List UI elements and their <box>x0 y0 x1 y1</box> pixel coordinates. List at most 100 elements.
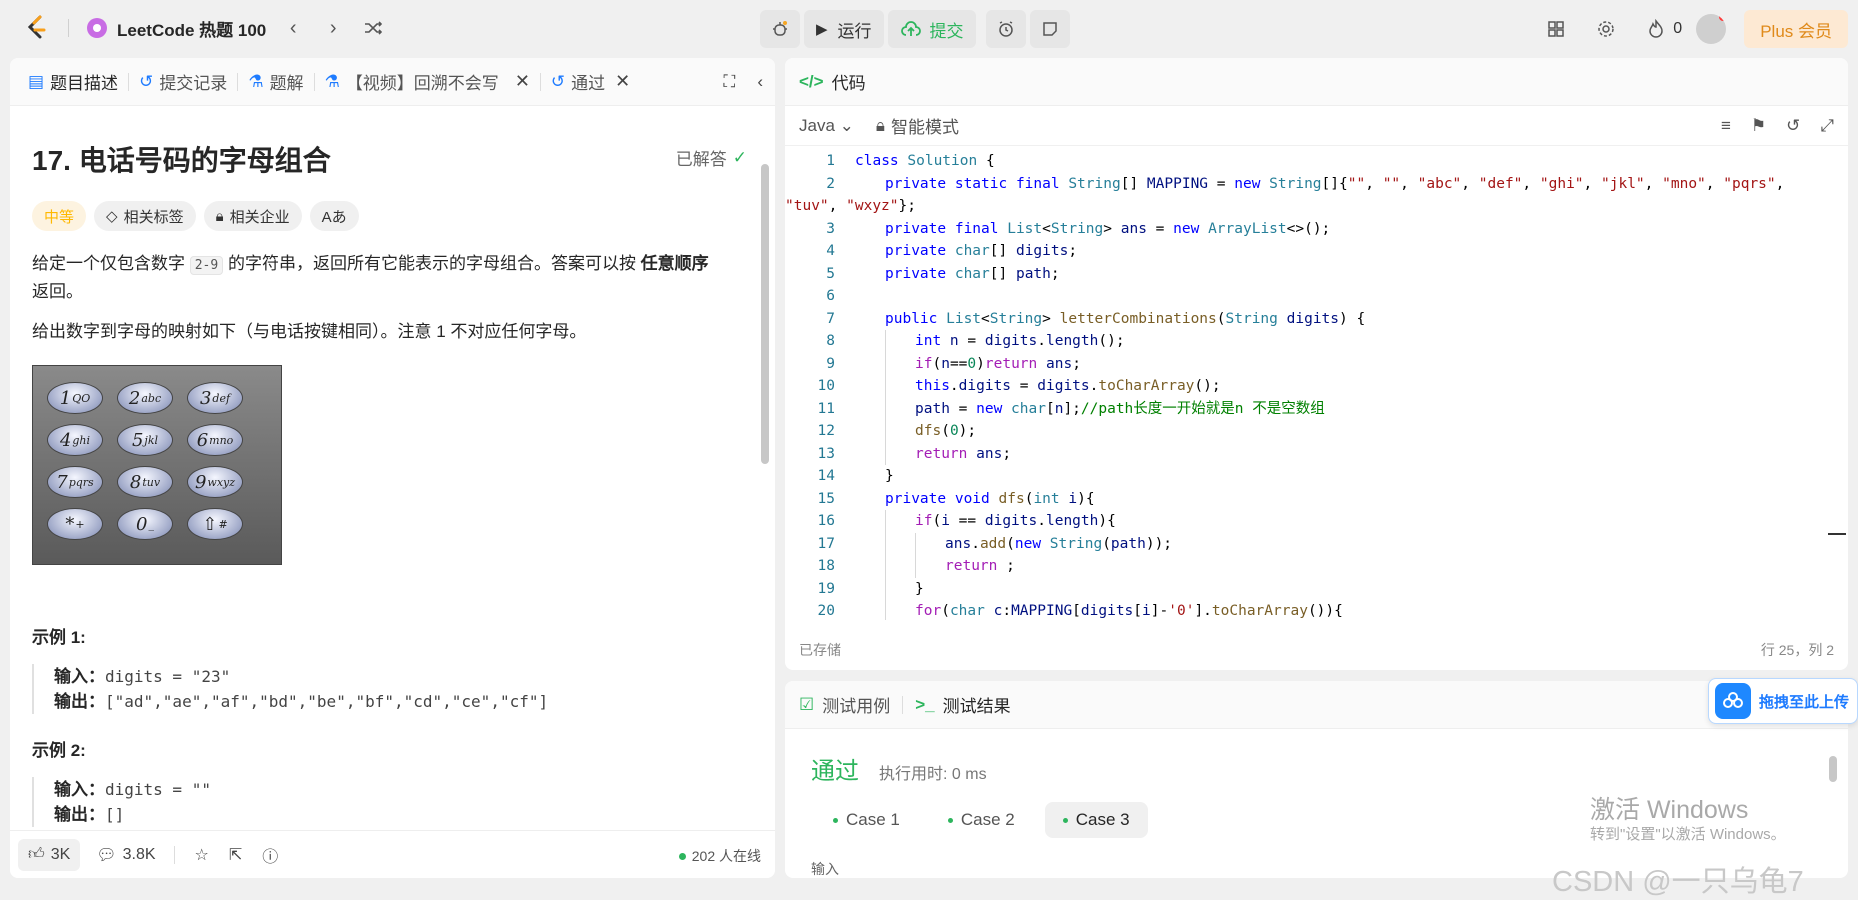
code-editor[interactable]: 1 class Solution {2 private static final S… <box>785 150 1848 620</box>
tab-solutions[interactable]: ⚗ 题解 <box>248 69 303 94</box>
drag-upload-widget[interactable]: 拖拽至此上传 <box>1708 678 1858 724</box>
code-line[interactable]: 12 dfs(0); <box>785 420 1848 443</box>
code-toolbar: Java ⌄ 🔒︎ 智能模式 ≡ ⚑ ↺ ⤢ <box>785 106 1848 146</box>
key-digit: ⇧ <box>202 513 218 535</box>
code-text: int n = digits.length(); <box>915 333 1125 349</box>
tab-label: 提交记录 <box>159 74 228 93</box>
code-line[interactable]: 1 class Solution { <box>785 150 1848 173</box>
debug-button[interactable] <box>760 10 800 48</box>
key-letters: wxyz <box>207 475 236 489</box>
case-tab[interactable]: Case 3 <box>1044 802 1148 838</box>
like-button[interactable]: 👍︎ 3K <box>18 838 81 871</box>
code-line[interactable]: 17 ans.add(new String(path)); <box>785 532 1848 555</box>
tab-description[interactable]: ▤ 题目描述 <box>28 69 118 94</box>
close-icon[interactable]: ✕ <box>615 71 630 92</box>
expand-icon[interactable]: ⤢ <box>1820 116 1834 136</box>
problem-list-title[interactable]: LeetCode 热题 100 <box>117 16 266 41</box>
close-icon[interactable]: ✕ <box>515 71 530 92</box>
timer-button[interactable] <box>985 10 1026 48</box>
code-line[interactable]: 6 <box>785 285 1848 308</box>
tab-test-result[interactable]: >_ 测试结果 <box>915 692 1010 717</box>
code-line[interactable]: 18 return ; <box>785 555 1848 578</box>
code-line[interactable]: 9 if(n==0)return ans; <box>785 352 1848 375</box>
help-button[interactable]: ⓘ <box>252 839 288 871</box>
format-icon[interactable]: ≡ <box>1721 116 1731 136</box>
code-line[interactable]: 8 int n = digits.length(); <box>785 330 1848 353</box>
line-number: 19 <box>817 580 835 597</box>
prev-problem-icon[interactable]: ‹ <box>280 15 306 41</box>
result-scrollbar[interactable] <box>1828 736 1838 866</box>
code-line[interactable]: 15 private void dfs(int i){ <box>785 488 1848 511</box>
submit-button[interactable]: 提交 <box>887 10 976 48</box>
tab-testcases[interactable]: ☑ 测试用例 <box>799 692 890 717</box>
alarm-icon <box>998 21 1013 37</box>
example-block: 输入：digits = "23" 输出：["ad","ae","af","bd"… <box>32 664 747 714</box>
code-line[interactable]: 4 private char[] digits; <box>785 240 1848 263</box>
line-number: 7 <box>826 310 835 327</box>
comment-icon: 💬︎ <box>96 846 117 864</box>
code-line[interactable]: 3 private final List<String> ans = new Ar… <box>785 218 1848 241</box>
debug-icon <box>773 21 787 36</box>
code-text: private void dfs(int i){ <box>885 490 1095 507</box>
code-line[interactable]: 10 this.digits = digits.toCharArray(); <box>785 375 1848 398</box>
code-text: path = new char[n];//path长度一开始就是n 不是空数组 <box>915 400 1325 417</box>
tab-submissions[interactable]: ↺ 提交记录 <box>139 69 227 94</box>
input-label: 输入： <box>54 667 105 686</box>
case-label: Case 3 <box>1075 810 1130 829</box>
fullscreen-icon[interactable]: ⛶ <box>723 72 735 92</box>
run-button[interactable]: ▶ 运行 <box>804 10 884 48</box>
code-line[interactable]: 13 return ans; <box>785 442 1848 465</box>
check-circle-icon: ✓ <box>732 147 747 167</box>
code-line[interactable]: 19} <box>785 577 1848 600</box>
collapse-left-icon[interactable]: ‹ <box>757 72 763 92</box>
desc-text: 给定一个仅包含数字 <box>32 254 190 273</box>
code-line[interactable]: 20 for(char c:MAPPING[digits[i]-'0'].toCh… <box>785 600 1848 620</box>
save-status: 已存储 <box>799 642 841 658</box>
description-scrollbar[interactable] <box>759 118 769 818</box>
gear-icon[interactable] <box>1593 16 1619 42</box>
thumbs-up-icon: 👍︎ <box>28 846 45 863</box>
code-line[interactable]: "tuv", "wxyz"}; <box>785 195 1848 218</box>
code-line[interactable]: 16 if(i == digits.length){ <box>785 510 1848 533</box>
code-line[interactable]: 14} <box>785 465 1848 488</box>
smart-mode[interactable]: 🔒︎ 智能模式 <box>876 113 959 138</box>
translate-button[interactable]: Aあ <box>309 201 359 231</box>
leetcode-logo-icon[interactable] <box>24 15 50 41</box>
code-header: </> 代码 <box>785 58 1848 106</box>
language-select[interactable]: Java ⌄ <box>799 116 854 136</box>
code-line[interactable]: 2 private static final String[] MAPPING =… <box>785 173 1848 196</box>
case-label: Case 1 <box>846 810 900 829</box>
shuffle-icon[interactable] <box>360 15 386 41</box>
case-tab[interactable]: Case 2 <box>930 802 1033 838</box>
streak-flame-icon[interactable] <box>1643 16 1669 42</box>
key-digit: 4 <box>59 429 72 451</box>
layout-icon[interactable] <box>1543 16 1569 42</box>
avatar[interactable] <box>1696 14 1727 44</box>
help-icon: ⓘ <box>262 848 279 866</box>
share-button[interactable]: ⇱ <box>219 839 252 871</box>
related-companies-button[interactable]: 🔒︎ 相关企业 <box>203 201 302 231</box>
code-text: if(i == digits.length){ <box>915 513 1116 529</box>
code-line[interactable]: 7 public List<String> letterCombinations(… <box>785 308 1848 331</box>
code-line[interactable]: 11 path = new char[n];//path长度一开始就是n 不是空数… <box>785 397 1848 420</box>
example-input: digits = "" <box>105 780 211 799</box>
favorite-button[interactable]: ☆ <box>185 839 219 871</box>
streak-count: 0 <box>1673 20 1683 37</box>
indent-guide <box>885 555 886 578</box>
scrollbar-thumb[interactable] <box>1829 756 1837 782</box>
scrollbar-thumb[interactable] <box>761 164 769 464</box>
next-problem-icon[interactable]: › <box>320 15 346 41</box>
related-tags-button[interactable]: ◇ 相关标签 <box>94 201 196 231</box>
reset-icon[interactable]: ↺ <box>1786 116 1800 136</box>
comments-button[interactable]: 💬︎ 3.8K <box>86 839 165 871</box>
code-line[interactable]: 5 private char[] path; <box>785 263 1848 286</box>
plus-membership-button[interactable]: Plus 会员 <box>1744 10 1848 48</box>
notes-button[interactable] <box>1029 10 1070 48</box>
bookmark-icon[interactable]: ⚑ <box>1751 116 1766 136</box>
keypad-key: 5 jkl <box>117 424 173 456</box>
divider <box>902 695 904 714</box>
case-tab[interactable]: Case 1 <box>815 802 918 838</box>
solved-label: 已解答 <box>675 150 727 169</box>
tab-video-solution[interactable]: ⚗ 【视频】回溯不会写 ✕ <box>325 69 530 94</box>
tab-accepted[interactable]: ↺ 通过 ✕ <box>551 69 630 94</box>
